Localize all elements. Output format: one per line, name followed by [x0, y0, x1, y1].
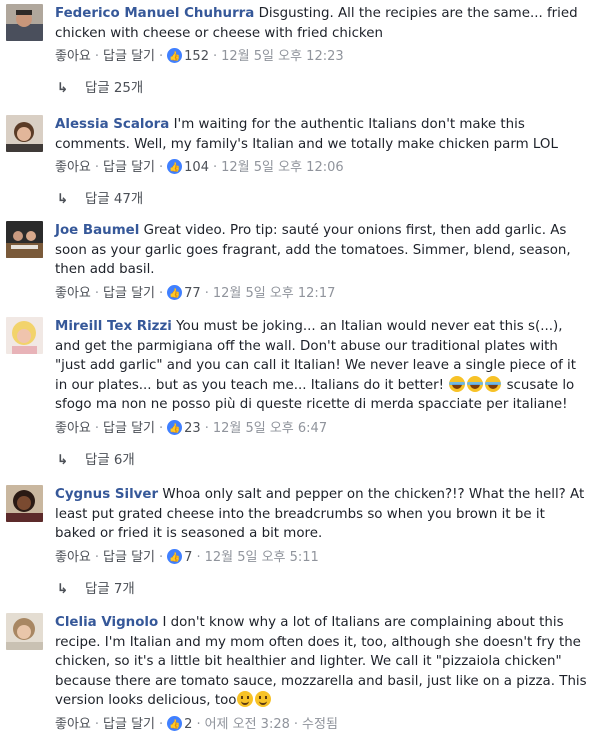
avatar[interactable]	[6, 317, 43, 354]
reply-arrow-icon: ↳	[57, 192, 69, 207]
comment-actions: 좋아요·답글 달기·2·어제 오전 3:28·수정됨	[55, 715, 587, 735]
comment-author[interactable]: Mireill Tex Rizzi	[55, 319, 172, 334]
timestamp[interactable]: 12월 5일 오후 12:17	[213, 286, 336, 301]
comment-author[interactable]: Clelia Vignolo	[55, 615, 158, 630]
reply-button[interactable]: 답글 달기	[103, 421, 155, 436]
avatar[interactable]	[6, 613, 43, 650]
reply-count: 답글 6개	[85, 452, 135, 468]
like-button[interactable]: 좋아요	[55, 550, 91, 565]
reply-button[interactable]: 답글 달기	[103, 160, 155, 175]
reply-count: 답글 47개	[85, 192, 144, 207]
like-count[interactable]: 104	[184, 160, 209, 175]
view-replies-link[interactable]: ↳ 답글 6개	[55, 451, 587, 470]
comment-actions: 좋아요·답글 달기·104·12월 5일 오후 12:06	[55, 158, 587, 178]
timestamp[interactable]: 12월 5일 오후 6:47	[213, 421, 327, 436]
avatar[interactable]	[6, 4, 43, 41]
view-replies-link[interactable]: ↳ 답글 25개	[55, 79, 587, 98]
comment-actions: 좋아요·답글 달기·7·12월 5일 오후 5:11	[55, 548, 587, 568]
view-replies-link[interactable]: ↳ 답글 7개	[55, 580, 587, 599]
comment-text: Mireill Tex Rizzi You must be joking... …	[55, 317, 587, 415]
comment-actions: 좋아요·답글 달기·23·12월 5일 오후 6:47	[55, 419, 587, 439]
smiling-emoji-icon	[236, 691, 272, 708]
like-count[interactable]: 77	[184, 286, 201, 301]
edited-label[interactable]: 수정됨	[302, 717, 338, 732]
timestamp[interactable]: 12월 5일 오후 12:06	[221, 160, 344, 175]
like-button[interactable]: 좋아요	[55, 160, 91, 175]
like-icon	[167, 159, 183, 178]
comment-author[interactable]: Joe Baumel	[55, 223, 139, 238]
comment-text: Alessia Scalora I'm waiting for the auth…	[55, 115, 587, 154]
comment-text: Federico Manuel Chuhurra Disgusting. All…	[55, 4, 587, 43]
reply-arrow-icon: ↳	[57, 581, 69, 597]
reply-button[interactable]: 답글 달기	[103, 286, 155, 301]
timestamp[interactable]: 12월 5일 오후 12:23	[221, 49, 344, 64]
comment-list: Federico Manuel Chuhurra Disgusting. All…	[0, 0, 607, 749]
reply-button[interactable]: 답글 달기	[103, 550, 155, 565]
timestamp[interactable]: 어제 오전 3:28	[205, 717, 290, 732]
reply-arrow-icon: ↳	[57, 81, 69, 96]
view-replies-link[interactable]: ↳ 답글 47개	[55, 190, 587, 209]
laughing-emoji-icon	[448, 375, 502, 393]
reply-button[interactable]: 답글 달기	[103, 717, 155, 732]
reply-arrow-icon: ↳	[57, 452, 69, 468]
comment-author[interactable]: Alessia Scalora	[55, 117, 169, 132]
reply-count: 답글 7개	[85, 581, 135, 597]
avatar[interactable]	[6, 485, 43, 522]
like-icon	[167, 48, 183, 67]
comment-author[interactable]: Cygnus Silver	[55, 487, 158, 502]
like-button[interactable]: 좋아요	[55, 421, 91, 436]
avatar[interactable]	[6, 115, 43, 152]
like-icon	[167, 715, 183, 735]
comment-text: Cygnus Silver Whoa only salt and pepper …	[55, 485, 587, 544]
reply-count: 답글 25개	[85, 81, 144, 96]
comment-text: Clelia Vignolo I don't know why a lot of…	[55, 613, 587, 711]
like-button[interactable]: 좋아요	[55, 717, 91, 732]
like-icon	[167, 548, 183, 568]
comment-author[interactable]: Federico Manuel Chuhurra	[55, 6, 254, 21]
like-icon	[167, 419, 183, 439]
like-count[interactable]: 152	[184, 49, 209, 64]
comment-text: Joe Baumel Great video. Pro tip: sauté y…	[55, 221, 587, 280]
like-count[interactable]: 23	[184, 421, 201, 436]
like-icon	[167, 284, 183, 304]
timestamp[interactable]: 12월 5일 오후 5:11	[205, 550, 319, 565]
comment-actions: 좋아요·답글 달기·77·12월 5일 오후 12:17	[55, 284, 587, 304]
avatar[interactable]	[6, 221, 43, 258]
reply-button[interactable]: 답글 달기	[103, 49, 155, 64]
comment-actions: 좋아요·답글 달기·152·12월 5일 오후 12:23	[55, 47, 587, 67]
like-button[interactable]: 좋아요	[55, 286, 91, 301]
like-button[interactable]: 좋아요	[55, 49, 91, 64]
